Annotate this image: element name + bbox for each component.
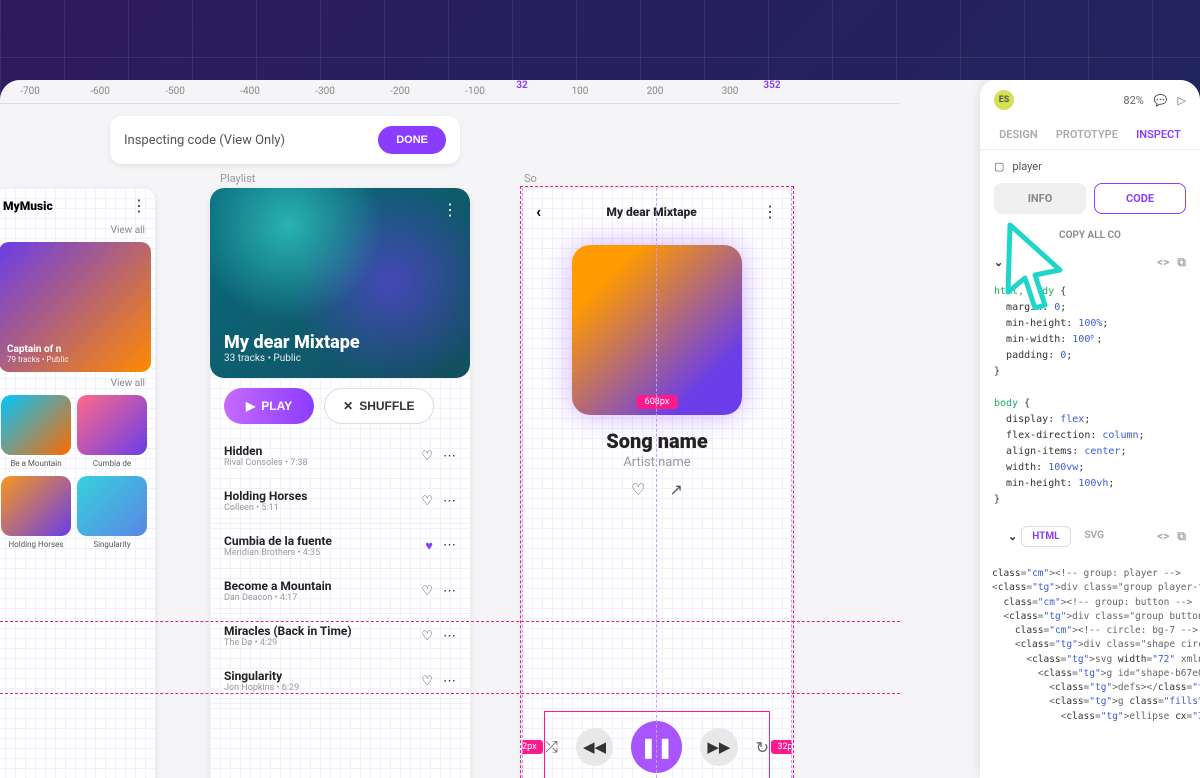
shuffle-icon[interactable]: ⤮ <box>545 737 558 757</box>
playlist-title: My dear Mixtape <box>224 332 456 353</box>
playlist-hero: ⋮ My dear Mixtape 33 tracks • Public <box>210 188 470 378</box>
artboard-song[interactable]: ‹ My dear Mixtape ⋮ 608px Song name Arti… <box>522 188 792 778</box>
margin-badge: 32px <box>522 740 543 754</box>
track-meta: Rival Consoles • 7:38 <box>224 458 308 468</box>
heart-icon[interactable]: ♥ <box>425 538 433 554</box>
track-row[interactable]: SingularityJon Hopkins • 6:29 ♡ ⋯ <box>210 659 470 704</box>
copy-icon[interactable]: ⧉ <box>1177 255 1186 270</box>
album-card[interactable]: Be a Mountain <box>1 395 71 468</box>
track-meta: The Dø • 4:29 <box>224 638 352 648</box>
copy-icon[interactable]: ⧉ <box>1177 529 1186 544</box>
app-title: MyMusic <box>3 199 53 213</box>
play-button[interactable]: ▶PLAY <box>224 388 314 424</box>
track-title: Miracles (Back in Time) <box>224 624 352 638</box>
track-row[interactable]: Holding HorsesColleen • 5:11 ♡ ⋯ <box>210 479 470 524</box>
size-badge: 608px <box>637 395 678 409</box>
view-all-link[interactable]: View all <box>0 223 155 238</box>
inspector-panel: ES 82% 💬 ▷ DESIGN PROTOTYPE INSPECT ▢ pl… <box>980 80 1200 778</box>
design-canvas[interactable]: -700 -600 -500 -400 -300 -200 -100 32 10… <box>0 80 1200 778</box>
heart-icon[interactable]: ♡ <box>421 629 433 644</box>
more-icon[interactable]: ⋮ <box>442 200 458 219</box>
back-icon[interactable]: ‹ <box>536 202 541 221</box>
view-all-link[interactable]: View all <box>0 376 155 391</box>
comment-icon[interactable]: 💬 <box>1154 94 1168 107</box>
track-title: Holding Horses <box>224 489 307 503</box>
inspection-banner: Inspecting code (View Only) DONE <box>110 116 460 164</box>
album-card[interactable]: Holding Horses <box>1 476 71 549</box>
code-icon[interactable]: <> <box>1157 529 1169 544</box>
zoom-level[interactable]: 82% <box>1123 94 1143 107</box>
more-icon[interactable]: ⋯ <box>443 584 456 599</box>
track-row[interactable]: Become a MountainDan Deacon • 4:17 ♡ ⋯ <box>210 569 470 614</box>
code-toggle[interactable]: CODE <box>1094 183 1186 214</box>
track-meta: Meridian Brothers • 4:35 <box>224 548 332 558</box>
sparkle-icon <box>1060 330 1150 420</box>
more-icon[interactable]: ⋯ <box>443 674 456 689</box>
playlist-meta: 33 tracks • Public <box>224 353 456 364</box>
more-icon[interactable]: ⋮ <box>762 202 778 221</box>
track-meta: Dan Deacon • 4:17 <box>224 593 332 603</box>
more-icon[interactable]: ⋯ <box>443 538 456 554</box>
layer-row[interactable]: ▢ player <box>980 150 1200 183</box>
heart-icon[interactable]: ♡ <box>421 674 433 689</box>
heart-icon[interactable]: ♡ <box>421 449 433 464</box>
tab-prototype[interactable]: PROTOTYPE <box>1056 128 1118 141</box>
more-icon[interactable]: ⋯ <box>443 449 456 464</box>
artboard-label-playlist[interactable]: Playlist <box>220 172 255 185</box>
repeat-icon[interactable]: ↻ <box>756 738 769 757</box>
play-icon: ▶ <box>246 399 255 413</box>
html-code[interactable]: class="cm"><!-- group: player --> <class… <box>980 561 1200 730</box>
code-icon[interactable]: <> <box>1157 255 1169 270</box>
track-title: Become a Mountain <box>224 579 332 593</box>
track-meta: Jon Hopkins • 6:29 <box>224 683 299 693</box>
shuffle-icon: ✕ <box>343 399 353 413</box>
ruler-horizontal: -700 -600 -500 -400 -300 -200 -100 32 10… <box>0 80 900 104</box>
next-button[interactable]: ▶▶ <box>700 728 737 766</box>
song-header: My dear Mixtape <box>606 205 696 219</box>
tab-design[interactable]: DESIGN <box>999 128 1038 141</box>
play-icon[interactable]: ▷ <box>1178 94 1186 107</box>
banner-text: Inspecting code (View Only) <box>124 133 285 148</box>
cursor-illustration <box>1000 220 1070 310</box>
track-row[interactable]: Cumbia de la fuenteMeridian Brothers • 4… <box>210 524 470 569</box>
heart-icon[interactable]: ♡ <box>631 480 645 499</box>
more-icon[interactable]: ⋯ <box>443 629 456 644</box>
avatar[interactable]: ES <box>994 90 1014 110</box>
song-name: Song name <box>522 429 792 453</box>
heart-icon[interactable]: ♡ <box>421 494 433 509</box>
shuffle-button[interactable]: ✕SHUFFLE <box>324 388 433 424</box>
artist-name: Artist name <box>522 455 792 470</box>
track-title: Hidden <box>224 444 308 458</box>
frame-icon: ▢ <box>994 160 1004 173</box>
player-controls-selection[interactable]: 32px ⤮ ◀◀ ❚❚ ▶▶ ↻ 32px 320 x 72 <box>544 711 770 778</box>
track-meta: Colleen • 5:11 <box>224 503 307 513</box>
album-card[interactable]: Cumbia de <box>77 395 147 468</box>
heart-icon[interactable]: ♡ <box>421 584 433 599</box>
more-icon[interactable]: ⋮ <box>131 196 147 215</box>
chevron-down-icon[interactable]: ⌄ <box>1008 530 1017 543</box>
lang-tab-html[interactable]: HTML <box>1021 526 1070 547</box>
artboard-label-song[interactable]: So <box>524 172 537 185</box>
layer-name: player <box>1012 160 1041 173</box>
margin-badge: 32px <box>771 740 792 754</box>
prev-button[interactable]: ◀◀ <box>576 728 613 766</box>
info-toggle[interactable]: INFO <box>994 183 1086 214</box>
track-title: Singularity <box>224 669 299 683</box>
artboard-music[interactable]: MyMusic ⋮ View all Captain of n 79 track… <box>0 188 155 778</box>
track-row[interactable]: HiddenRival Consoles • 7:38 ♡ ⋯ <box>210 434 470 479</box>
album-art[interactable]: 608px <box>572 245 742 415</box>
share-icon[interactable]: ↗ <box>669 480 682 499</box>
more-icon[interactable]: ⋯ <box>443 494 456 509</box>
track-title: Cumbia de la fuente <box>224 534 332 548</box>
artboard-playlist[interactable]: ⋮ My dear Mixtape 33 tracks • Public ▶PL… <box>210 188 470 778</box>
done-button[interactable]: DONE <box>378 126 446 154</box>
tab-inspect[interactable]: INSPECT <box>1136 128 1181 141</box>
featured-card[interactable]: Captain of n 79 tracks • Public <box>0 242 151 372</box>
lang-tab-svg[interactable]: SVG <box>1075 526 1114 547</box>
album-card[interactable]: Singularity <box>77 476 147 549</box>
